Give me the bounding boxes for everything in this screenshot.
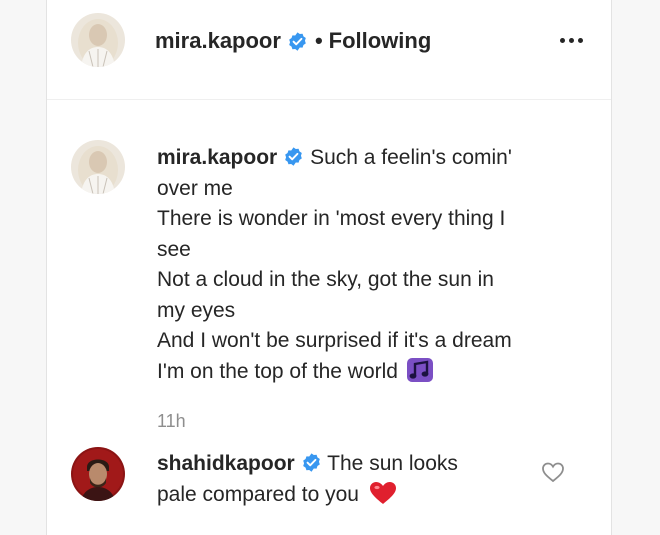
caption-avatar[interactable] — [71, 140, 125, 194]
post-header: mira.kapoor • Following — [47, 0, 611, 100]
comment-body-line: pale compared to you — [157, 483, 359, 506]
caption-text: mira.kapoor Such a feelin's comin' over … — [157, 143, 577, 387]
post-timestamp[interactable]: 11h — [157, 411, 186, 432]
more-options-icon[interactable] — [553, 26, 589, 54]
following-button[interactable]: Following — [329, 27, 432, 55]
caption-text-line: over me — [157, 176, 233, 200]
caption-text-line: Not a cloud in the sky, got the sun in — [157, 268, 494, 291]
comment-avatar[interactable] — [71, 447, 125, 501]
caption-text-line: my eyes — [157, 298, 236, 322]
red-heart-emoji-icon — [369, 481, 397, 505]
caption-last-line: I'm on the top of the world — [157, 357, 577, 388]
caption-line-1: mira.kapoor Such a feelin's comin' — [157, 143, 577, 174]
caption-text-line: I'm on the top of the world — [157, 359, 398, 383]
separator-dot: • — [314, 28, 323, 53]
caption-username[interactable]: mira.kapoor — [157, 146, 277, 169]
comment-body-line: The sun looks — [327, 452, 458, 475]
comment-username[interactable]: shahidkapoor — [157, 452, 295, 475]
header-avatar[interactable] — [71, 13, 125, 67]
music-notes-emoji-icon — [406, 357, 434, 383]
caption-text-line: There is wonder in 'most every thing I — [157, 207, 506, 230]
caption-text-line: And I won't be surprised if it's a dream — [157, 329, 512, 352]
caption-text-line: see — [157, 237, 191, 261]
verified-badge-icon — [283, 146, 304, 167]
caption-text-line: Such a feelin's comin' — [310, 146, 512, 169]
verified-badge-icon — [301, 452, 322, 473]
header-user-line: mira.kapoor • Following — [155, 27, 431, 55]
comment-text: shahidkapoor The sun looks pale compared… — [157, 448, 537, 510]
post-comments-panel: mira.kapoor • Following mira.kapoor Such… — [46, 0, 612, 535]
header-username[interactable]: mira.kapoor — [155, 27, 281, 55]
verified-badge-icon — [287, 31, 308, 52]
like-heart-icon[interactable] — [541, 460, 565, 484]
